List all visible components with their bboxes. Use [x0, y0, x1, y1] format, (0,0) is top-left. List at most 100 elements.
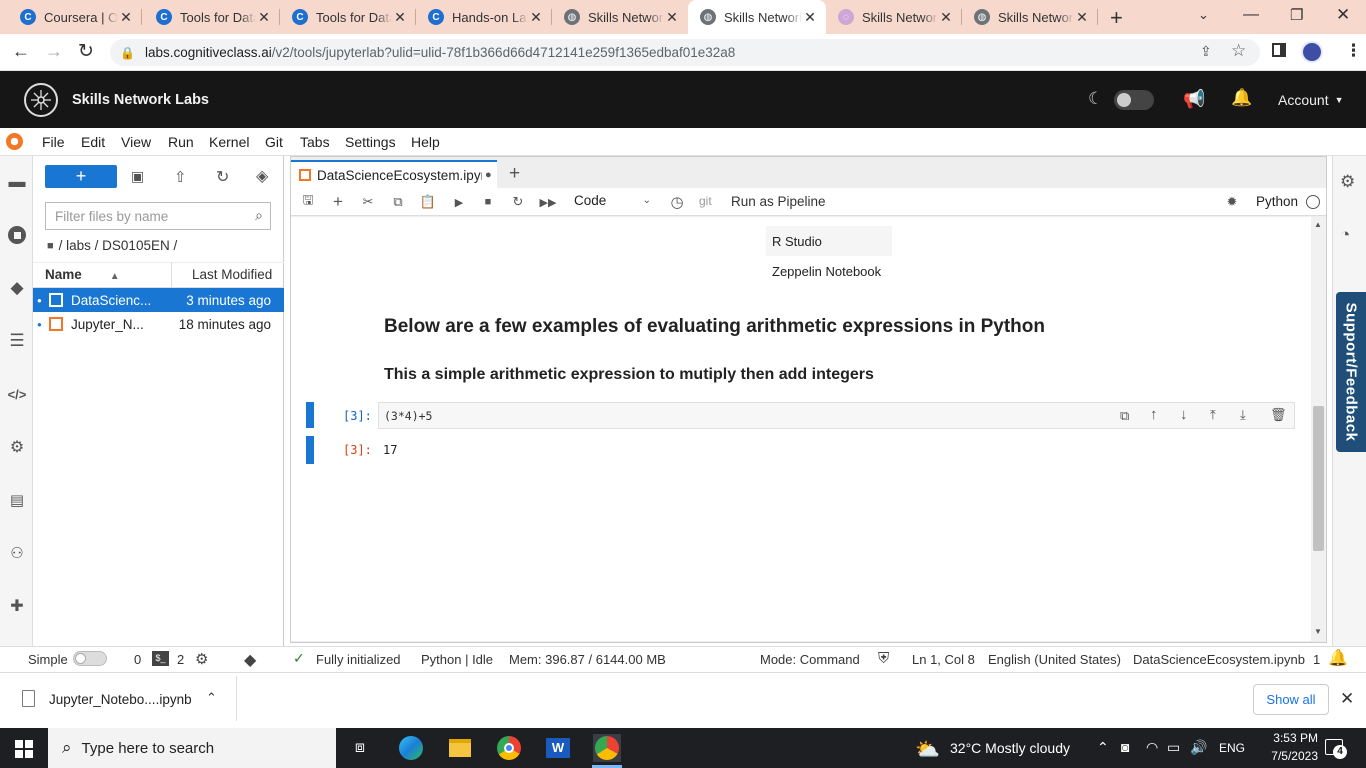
git-diff-button[interactable]: git	[699, 194, 712, 208]
browser-tab-active[interactable]: ◍ Skills Network Labs ✕	[688, 0, 826, 34]
browser-tab[interactable]: C Coursera | Online Courses ✕	[8, 0, 142, 34]
refresh-icon[interactable]: ↻	[216, 167, 229, 187]
reload-icon[interactable]: ↻	[78, 40, 94, 63]
input-language[interactable]: ENG	[1219, 741, 1245, 755]
bell-icon[interactable]: 🔔	[1231, 88, 1252, 108]
forward-icon[interactable]: →	[45, 41, 63, 62]
maximize-icon[interactable]: ❐	[1290, 6, 1303, 24]
close-downloads-icon[interactable]: ✕	[1340, 689, 1354, 709]
restart-icon[interactable]: ↻	[510, 194, 526, 210]
show-all-button[interactable]: Show all	[1253, 684, 1329, 715]
table-of-contents-icon[interactable]: ☰	[6, 330, 28, 352]
insert-cell-icon[interactable]: +	[330, 192, 346, 211]
paste-icon[interactable]: 📋	[420, 194, 436, 210]
menu-file[interactable]: File	[42, 134, 65, 150]
wifi-icon[interactable]: ◠	[1146, 739, 1158, 756]
copy-icon[interactable]: ⧉	[390, 194, 406, 210]
close-icon[interactable]: ✕	[256, 9, 272, 26]
close-icon[interactable]: ✕	[938, 9, 954, 26]
skills-network-logo[interactable]	[24, 83, 58, 117]
run-icon[interactable]: ▶	[451, 194, 467, 210]
unsaved-dot-icon[interactable]: ●	[485, 169, 492, 181]
browser-tab[interactable]: ◌ Skills Network Labs ✕	[826, 0, 962, 34]
close-icon[interactable]: ✕	[118, 9, 134, 26]
output-collapser[interactable]	[306, 436, 314, 464]
word-icon[interactable]: W	[544, 734, 572, 762]
kernels-count[interactable]: 2	[177, 652, 184, 667]
close-icon[interactable]: ✕	[802, 9, 818, 26]
dark-mode-toggle[interactable]	[1114, 90, 1154, 110]
account-menu[interactable]: Account ▼	[1278, 92, 1344, 108]
simple-mode-toggle[interactable]	[73, 651, 107, 666]
breadcrumb[interactable]: ■ / labs / DS0105EN /	[47, 238, 177, 253]
new-launcher-button[interactable]: +	[45, 165, 117, 188]
chevron-up-icon[interactable]: ⌃	[206, 690, 217, 706]
code-snippets-icon[interactable]: </>	[6, 383, 28, 405]
save-icon[interactable]: 🖫	[300, 192, 316, 210]
side-panel-icon[interactable]	[1272, 43, 1286, 57]
share-icon[interactable]: ⇪	[1200, 43, 1212, 60]
property-inspector-gear-icon[interactable]: ⚙	[1340, 172, 1355, 192]
restart-run-all-icon[interactable]: ▶▶	[540, 194, 557, 210]
terminals-count[interactable]: 0	[134, 652, 141, 667]
url-field[interactable]: 🔒 labs.cognitiveclass.ai/v2/tools/jupyte…	[110, 39, 1260, 66]
stop-icon[interactable]: ■	[480, 194, 496, 210]
edge-icon[interactable]	[397, 734, 425, 762]
cut-icon[interactable]: ✂	[360, 194, 376, 210]
close-icon[interactable]: ✕	[392, 9, 408, 26]
clock-icon[interactable]: ◷	[669, 194, 685, 211]
window-close-icon[interactable]: ✕	[1336, 5, 1350, 25]
battery-icon[interactable]: ▭	[1167, 739, 1180, 756]
git-branch-icon[interactable]: ◆	[244, 650, 256, 670]
tray-up-icon[interactable]: ⌃	[1097, 739, 1109, 756]
new-folder-icon[interactable]: ▣	[131, 168, 144, 185]
chrome-icon[interactable]	[495, 734, 523, 762]
notebook-tab[interactable]: DataScienceEcosystem.ipynb ●	[291, 160, 497, 188]
browser-tab[interactable]: C Hands-on Lab ✕	[416, 0, 552, 34]
tab-search-icon[interactable]: ⌄	[1198, 7, 1209, 23]
spellcheck-language[interactable]: English (United States)	[988, 652, 1121, 667]
taskbar-search[interactable]: ⌕ Type here to search	[48, 728, 336, 768]
upload-icon[interactable]: ⇧	[174, 168, 187, 186]
scroll-down-icon[interactable]: ▼	[1314, 627, 1322, 636]
insert-above-icon[interactable]: ⤒	[1210, 407, 1216, 423]
browser-tab[interactable]: C Tools for Data Science ✕	[280, 0, 416, 34]
folder-icon[interactable]: ▬	[6, 171, 28, 193]
back-icon[interactable]: ←	[12, 41, 30, 62]
clock-time[interactable]: 3:53 PM	[1258, 731, 1318, 745]
browser-tab[interactable]: C Tools for Data Science ✕	[144, 0, 280, 34]
clock-date[interactable]: 7/5/2023	[1258, 749, 1318, 763]
menu-tabs[interactable]: Tabs	[300, 134, 330, 150]
new-tab-icon[interactable]: +	[1110, 5, 1123, 31]
git-icon[interactable]: ◆	[6, 277, 28, 299]
pipeline-icon[interactable]: ⚇	[6, 542, 28, 564]
scroll-up-icon[interactable]: ▲	[1314, 220, 1322, 229]
column-name[interactable]: Name ▲	[45, 267, 120, 282]
windows-start-icon[interactable]	[15, 740, 33, 758]
menu-edit[interactable]: Edit	[81, 134, 105, 150]
browser-tab[interactable]: ◍ Skills Network Labs ✕	[962, 0, 1098, 34]
close-icon[interactable]: ✕	[664, 9, 680, 26]
browser-tab[interactable]: ◍ Skills Network Labs ✕	[552, 0, 688, 34]
minimize-icon[interactable]: —	[1243, 6, 1259, 24]
debugger-gauge-icon[interactable]: ◔	[1340, 225, 1350, 245]
menu-kernel[interactable]: Kernel	[209, 134, 249, 150]
kernel-name[interactable]: Python	[1256, 194, 1298, 209]
chrome-profile-icon[interactable]	[593, 734, 621, 762]
scrollbar-thumb[interactable]	[1313, 406, 1324, 551]
menu-view[interactable]: View	[121, 134, 151, 150]
running-sessions-icon[interactable]	[6, 224, 28, 246]
menu-run[interactable]: Run	[168, 134, 194, 150]
cell-type-select[interactable]: Code ⌄	[574, 193, 654, 208]
profile-avatar[interactable]	[1301, 41, 1323, 63]
weather-text[interactable]: 32°C Mostly cloudy	[950, 740, 1070, 756]
extension-manager-icon[interactable]: ✚	[6, 595, 28, 617]
add-tab-icon[interactable]: +	[509, 163, 520, 185]
megaphone-icon[interactable]: 📢	[1183, 89, 1205, 110]
close-icon[interactable]: ✕	[528, 9, 544, 26]
delete-cell-icon[interactable]: 🗑	[1270, 407, 1287, 423]
debugger-bug-icon[interactable]: ✹	[1224, 194, 1240, 210]
file-row[interactable]: ● Jupyter_N... 18 minutes ago	[33, 312, 284, 336]
task-view-icon[interactable]: ⧈	[346, 734, 374, 762]
insert-below-icon[interactable]: ⤓	[1240, 407, 1246, 423]
